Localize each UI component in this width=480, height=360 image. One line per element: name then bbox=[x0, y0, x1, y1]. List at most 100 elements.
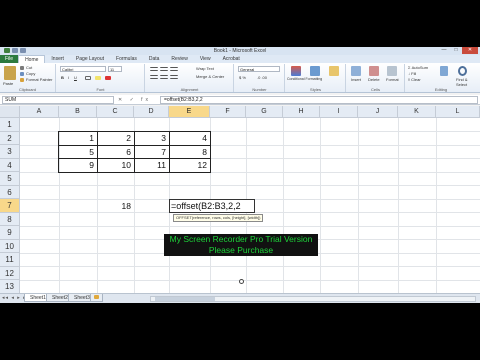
tab-data[interactable]: Data bbox=[143, 55, 166, 63]
cell-e3[interactable]: 8 bbox=[169, 146, 210, 159]
row-header-8[interactable]: 8 bbox=[0, 212, 20, 226]
select-all-corner[interactable] bbox=[0, 106, 20, 118]
column-header-g[interactable]: G bbox=[246, 106, 283, 118]
number-format-select[interactable]: General bbox=[238, 66, 280, 72]
cut-icon[interactable] bbox=[20, 66, 24, 70]
worksheet-grid[interactable]: A B C D E F G H I J K L 1 2 3 4 5 6 7 8 … bbox=[0, 106, 480, 293]
row-header-5[interactable]: 5 bbox=[0, 172, 20, 186]
cell-b3[interactable]: 5 bbox=[59, 146, 97, 159]
row-header-7[interactable]: 7 bbox=[0, 199, 20, 213]
row-header-11[interactable]: 11 bbox=[0, 253, 20, 267]
row-header-10[interactable]: 10 bbox=[0, 239, 20, 253]
row-header-1[interactable]: 1 bbox=[0, 118, 20, 132]
column-header-i[interactable]: I bbox=[320, 106, 358, 118]
cell-styles-icon[interactable] bbox=[329, 66, 339, 76]
horizontal-scrollbar[interactable] bbox=[150, 296, 476, 302]
copy-button[interactable]: Copy bbox=[26, 71, 35, 76]
row-header-4[interactable]: 4 bbox=[0, 158, 20, 172]
tab-file[interactable]: File bbox=[0, 55, 19, 63]
column-header-b[interactable]: B bbox=[59, 106, 97, 118]
italic-button[interactable]: I bbox=[68, 75, 69, 80]
cell-c3[interactable]: 6 bbox=[97, 146, 134, 159]
horizontal-scroll-thumb[interactable] bbox=[155, 297, 215, 301]
format-painter-button[interactable]: Format Painter bbox=[26, 77, 52, 82]
font-color-icon[interactable] bbox=[105, 76, 111, 80]
insert-sheet-tab[interactable] bbox=[90, 294, 103, 302]
delete-cells-icon[interactable] bbox=[369, 66, 379, 76]
conditional-formatting-button[interactable]: Conditional Formatting bbox=[287, 77, 322, 82]
delete-button[interactable]: Delete bbox=[368, 77, 380, 82]
align-top-icon[interactable] bbox=[150, 67, 158, 71]
tab-formulas[interactable]: Formulas bbox=[110, 55, 143, 63]
font-size-select[interactable]: 11 bbox=[108, 66, 122, 72]
name-box[interactable]: SUM bbox=[2, 96, 114, 104]
tab-insert[interactable]: Insert bbox=[45, 55, 70, 63]
fill-button[interactable]: ↓ Fill bbox=[408, 71, 416, 76]
sort-filter-icon[interactable] bbox=[440, 66, 448, 76]
formula-bar-buttons[interactable]: ✕ ✓ fx bbox=[118, 96, 151, 104]
cell-e2[interactable]: 4 bbox=[169, 132, 210, 145]
column-header-e[interactable]: E bbox=[169, 106, 210, 118]
column-header-f[interactable]: F bbox=[210, 106, 246, 118]
tab-review[interactable]: Review bbox=[165, 55, 193, 63]
align-middle-icon[interactable] bbox=[160, 67, 168, 71]
column-header-a[interactable]: A bbox=[20, 106, 59, 118]
conditional-formatting-icon[interactable] bbox=[291, 66, 301, 76]
minimize-button[interactable]: — bbox=[438, 47, 450, 54]
autosum-button[interactable]: Σ AutoSum bbox=[408, 65, 428, 70]
align-bottom-icon[interactable] bbox=[170, 67, 178, 71]
format-as-table-icon[interactable] bbox=[310, 66, 320, 76]
copy-icon[interactable] bbox=[20, 72, 24, 76]
insert-button[interactable]: Insert bbox=[351, 77, 361, 82]
column-header-k[interactable]: K bbox=[398, 106, 436, 118]
tab-view[interactable]: View bbox=[194, 55, 217, 63]
borders-icon[interactable] bbox=[85, 76, 91, 80]
fill-color-icon[interactable] bbox=[95, 76, 101, 80]
column-header-d[interactable]: D bbox=[134, 106, 169, 118]
column-header-l[interactable]: L bbox=[436, 106, 480, 118]
decimal-buttons[interactable]: .0 .00 bbox=[257, 75, 267, 80]
find-select-icon[interactable] bbox=[458, 66, 467, 76]
row-header-12[interactable]: 12 bbox=[0, 266, 20, 280]
column-header-c[interactable]: C bbox=[97, 106, 134, 118]
tab-acrobat[interactable]: Acrobat bbox=[217, 55, 246, 63]
format-button[interactable]: Format bbox=[386, 77, 399, 82]
cell-b4[interactable]: 9 bbox=[59, 159, 97, 172]
cell-d3[interactable]: 7 bbox=[134, 146, 169, 159]
row-header-2[interactable]: 2 bbox=[0, 131, 20, 145]
clear-button[interactable]: ◊ Clear bbox=[408, 77, 421, 82]
row-header-9[interactable]: 9 bbox=[0, 226, 20, 240]
row-header-3[interactable]: 3 bbox=[0, 145, 20, 159]
bold-button[interactable]: B bbox=[61, 75, 64, 80]
cell-b2[interactable]: 1 bbox=[59, 132, 97, 145]
column-header-j[interactable]: J bbox=[358, 106, 398, 118]
font-family-select[interactable]: Calibri bbox=[60, 66, 106, 72]
underline-button[interactable]: U bbox=[74, 75, 77, 80]
cell-d4[interactable]: 11 bbox=[134, 159, 169, 172]
maximize-button[interactable]: □ bbox=[450, 47, 462, 54]
format-cells-icon[interactable] bbox=[387, 66, 397, 76]
close-button[interactable]: ✕ bbox=[462, 47, 478, 54]
cell-c2[interactable]: 2 bbox=[97, 132, 134, 145]
format-painter-icon[interactable] bbox=[20, 78, 24, 82]
merge-center-button[interactable]: Merge & Center bbox=[196, 74, 224, 79]
tab-page-layout[interactable]: Page Layout bbox=[70, 55, 110, 63]
active-cell-editor[interactable]: =offset(B2:B3,2,2 bbox=[169, 199, 255, 213]
find-select-button[interactable]: Find & Select bbox=[456, 77, 476, 87]
paste-icon[interactable] bbox=[4, 66, 16, 80]
insert-cells-icon[interactable] bbox=[351, 66, 361, 76]
align-left-icon[interactable] bbox=[150, 75, 158, 79]
formula-input[interactable]: =offset(B2:B3,2,2 bbox=[160, 96, 478, 104]
cell-c7[interactable]: 18 bbox=[97, 200, 134, 213]
paste-button[interactable]: Paste bbox=[3, 81, 13, 86]
cell-e4[interactable]: 12 bbox=[169, 159, 210, 172]
column-header-h[interactable]: H bbox=[283, 106, 320, 118]
cell-d2[interactable]: 3 bbox=[134, 132, 169, 145]
align-center-icon[interactable] bbox=[160, 75, 168, 79]
cell-c4[interactable]: 10 bbox=[97, 159, 134, 172]
align-right-icon[interactable] bbox=[170, 75, 178, 79]
row-header-13[interactable]: 13 bbox=[0, 280, 20, 293]
row-header-6[interactable]: 6 bbox=[0, 185, 20, 199]
wrap-text-button[interactable]: Wrap Text bbox=[196, 66, 214, 71]
cut-button[interactable]: Cut bbox=[26, 65, 32, 70]
